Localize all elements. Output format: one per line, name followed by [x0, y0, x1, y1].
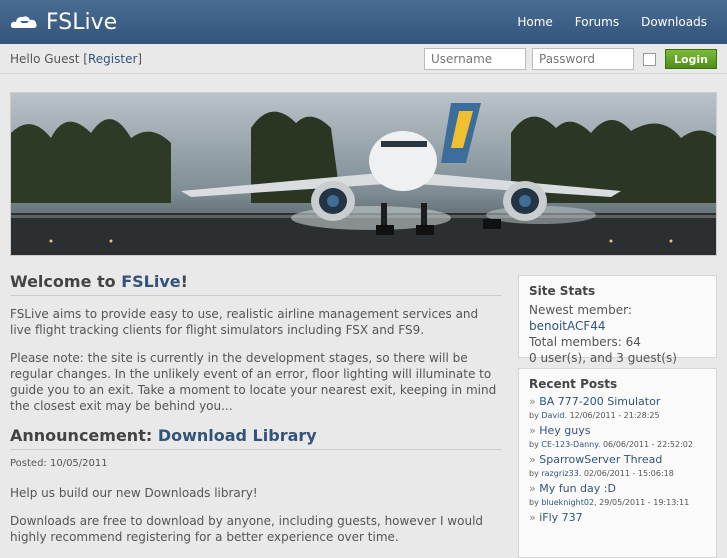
greeting: Hello Guest [Register]	[10, 52, 142, 66]
welcome-paragraph-2: Please note: the site is currently in th…	[10, 351, 497, 413]
post-meta: by razgriz33. 02/06/2011 - 15:06:18	[529, 469, 674, 478]
announcement-title-prefix: Announcement:	[10, 426, 158, 445]
recent-posts-panel: Recent Posts » BA 777-200 Simulator by D…	[518, 368, 717, 558]
post-author[interactable]: blueknight02	[541, 498, 594, 507]
post-meta: by blueknight02, 29/05/2011 - 19:13:11	[529, 498, 690, 507]
chevron-right-icon: »	[529, 482, 540, 495]
welcome-title-suffix: !	[180, 272, 188, 291]
remember-checkbox[interactable]	[643, 52, 656, 66]
post-title-text: Hey guys	[539, 424, 591, 437]
post-date: 06/06/2011 - 22:52:02	[602, 440, 693, 449]
hero-banner	[10, 92, 717, 256]
post-author[interactable]: David	[541, 411, 564, 420]
post-title-text: iFly 737	[539, 511, 583, 524]
register-link[interactable]: Register	[88, 52, 137, 66]
password-input[interactable]	[532, 48, 634, 70]
post-title-link[interactable]: » My fun day :D	[529, 482, 706, 495]
username-input[interactable]	[424, 48, 526, 70]
announcement-paragraph-2: Downloads are free to download by anyone…	[10, 514, 484, 544]
post-title-link[interactable]: » SparrowServer Thread	[529, 453, 706, 466]
newest-member: Newest member: benoitACF44	[529, 302, 706, 334]
nav-forums[interactable]: Forums	[575, 15, 619, 29]
post-meta: by David. 12/06/2011 - 21:28:25	[529, 411, 660, 420]
list-item: » iFly 737	[529, 511, 706, 524]
post-title-link[interactable]: » Hey guys	[529, 424, 706, 437]
site-stats-panel: Site Stats Newest member: benoitACF44 To…	[518, 275, 717, 381]
chevron-right-icon: »	[529, 424, 540, 437]
post-date: 02/06/2011 - 15:06:18	[583, 469, 674, 478]
site-stats-title: Site Stats	[529, 284, 596, 298]
site-name: FSLive	[46, 9, 118, 35]
chevron-right-icon: »	[529, 395, 540, 408]
chevron-right-icon: »	[529, 511, 540, 524]
main-content: Welcome to FSLive! FSLive aims to provid…	[10, 272, 502, 557]
main-nav: Home Forums Downloads	[517, 0, 707, 44]
chevron-right-icon: »	[529, 453, 540, 466]
announcement-link[interactable]: Download Library	[158, 426, 317, 445]
post-title-text: SparrowServer Thread	[539, 453, 663, 466]
login-form: Login	[424, 48, 717, 70]
top-header: FSLive Home Forums Downloads	[0, 0, 727, 44]
airplane-landing-image	[11, 93, 716, 255]
greeting-end: ]	[137, 51, 143, 66]
nav-home[interactable]: Home	[517, 15, 552, 29]
post-title-text: My fun day :D	[539, 482, 616, 495]
welcome-paragraph-1: FSLive aims to provide easy to use, real…	[10, 307, 479, 337]
site-logo[interactable]: FSLive	[10, 10, 117, 35]
greeting-text: Hello Guest [	[10, 51, 88, 66]
login-bar: Hello Guest [Register] Login	[0, 44, 727, 74]
welcome-title-brand: FSLive	[121, 272, 181, 291]
announcement-paragraph-1: Help us build our new Downloads library!	[10, 486, 258, 500]
post-author[interactable]: CE-123-Danny	[541, 440, 597, 449]
post-author[interactable]: razgriz33	[541, 469, 578, 478]
nav-downloads[interactable]: Downloads	[641, 15, 707, 29]
login-button[interactable]: Login	[665, 49, 717, 69]
recent-posts-title: Recent Posts	[529, 377, 618, 391]
newest-member-label: Newest member:	[529, 303, 632, 317]
post-date: 29/05/2011 - 19:13:11	[599, 498, 690, 507]
list-item: » BA 777-200 Simulator by David. 12/06/2…	[529, 395, 706, 420]
announcement-heading: Announcement: Download Library	[10, 426, 502, 450]
announcement-date: Posted: 10/05/2011	[10, 458, 108, 469]
post-title-link[interactable]: » iFly 737	[529, 511, 706, 524]
welcome-heading: Welcome to FSLive!	[10, 272, 502, 296]
list-item: » Hey guys by CE-123-Danny. 06/06/2011 -…	[529, 424, 706, 449]
post-meta: by CE-123-Danny. 06/06/2011 - 22:52:02	[529, 440, 693, 449]
welcome-title-prefix: Welcome to	[10, 272, 122, 291]
post-title-text: BA 777-200 Simulator	[539, 395, 661, 408]
newest-member-link[interactable]: benoitACF44	[529, 319, 606, 333]
cloud-icon	[10, 16, 37, 28]
list-item: » My fun day :D by blueknight02, 29/05/2…	[529, 482, 706, 507]
list-item: » SparrowServer Thread by razgriz33. 02/…	[529, 453, 706, 478]
total-members: Total members: 64	[529, 335, 641, 349]
post-title-link[interactable]: » BA 777-200 Simulator	[529, 395, 706, 408]
post-date: 12/06/2011 - 21:28:25	[569, 411, 660, 420]
